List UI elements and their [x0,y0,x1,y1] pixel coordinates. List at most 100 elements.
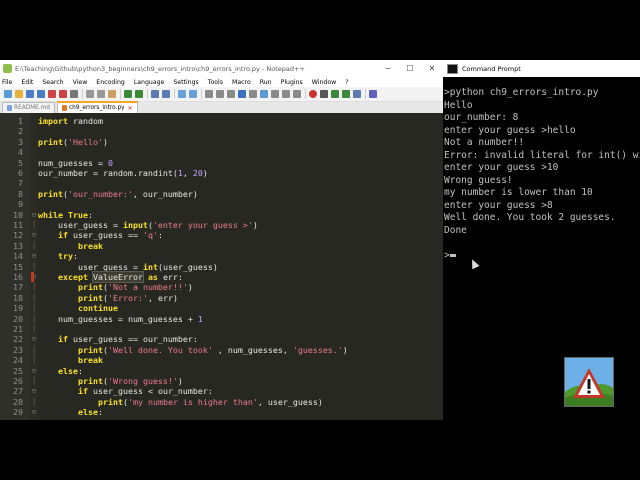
code-text: else: [58,365,83,376]
code-editor[interactable]: 1 import random 2 3 print('Hello') 4 5 num_gues… [0,113,443,420]
menu-view[interactable]: View [73,79,88,86]
code-line[interactable]: 1 import random [0,116,443,126]
code-text: print('Wrong guess!') [78,376,183,386]
code-line[interactable]: 19 │ continue [0,303,443,313]
stop-recording-icon[interactable] [320,90,328,98]
menu-window[interactable]: Window [312,79,336,86]
fold-toggle-icon[interactable]: ⊟ [30,407,38,417]
menu-language[interactable]: Language [134,79,165,86]
folder-workspace-icon[interactable] [282,90,290,98]
save-all-icon[interactable] [37,90,45,98]
menu-search[interactable]: Search [42,79,63,86]
save-macro-icon[interactable] [353,90,361,98]
menu-tools[interactable]: Tools [208,79,223,86]
code-line[interactable]: 7 [0,178,443,188]
cut-icon[interactable] [86,90,94,98]
code-line[interactable]: 12 ⊟ if user_guess == 'q': [0,230,443,240]
paste-icon[interactable] [108,90,116,98]
code-line[interactable]: 9 [0,199,443,209]
find-icon[interactable] [151,90,159,98]
word-wrap-icon[interactable] [227,90,235,98]
code-line[interactable]: 11 │ user_guess = input('enter your guess… [0,220,443,230]
line-number: 6 [18,168,23,178]
code-line[interactable]: 15 │ user_guess = int(user_guess) [0,262,443,272]
close-all-icon[interactable] [59,90,67,98]
code-line[interactable]: 27 ⊟ if user_guess < our_number: [0,386,443,396]
menu-help[interactable]: ? [345,79,348,86]
close-file-icon[interactable] [48,90,56,98]
show-all-chars-icon[interactable] [238,90,246,98]
fold-guide: │ [31,377,37,385]
fold-toggle-icon[interactable]: ⊟ [30,230,38,240]
menu-macro[interactable]: Macro [232,79,251,86]
menu-settings[interactable]: Settings [173,79,198,86]
save-icon[interactable] [26,90,34,98]
fold-toggle-icon[interactable]: ⊟ [30,334,38,344]
new-file-icon[interactable] [4,90,12,98]
monitoring-icon[interactable] [293,90,301,98]
copy-icon[interactable] [97,90,105,98]
function-list-icon[interactable] [271,90,279,98]
close-tab-icon[interactable]: ✕ [128,105,133,112]
fold-toggle-icon[interactable]: ⊟ [30,386,38,396]
redo-icon[interactable] [135,90,143,98]
document-map-icon[interactable] [260,90,268,98]
fold-toggle-icon[interactable]: ⊟ [30,366,38,376]
play-macro-icon[interactable] [331,90,339,98]
menu-run[interactable]: Run [260,79,272,86]
replace-icon[interactable] [162,90,170,98]
code-line[interactable]: 10 ⊟ while True: [0,210,443,220]
code-text: print('my number is higher than', user_g… [98,396,323,407]
code-line[interactable]: 28 │ print('my number is higher than', us… [0,397,443,407]
indent-guide-icon[interactable] [249,90,257,98]
undo-icon[interactable] [124,90,132,98]
line-number: 5 [18,157,23,168]
code-line[interactable]: 24 │ break [0,355,443,365]
code-line[interactable]: 6 our_number = random.randint(1, 20) [0,168,443,178]
line-number: 7 [18,178,23,189]
code-line[interactable]: 14 ⊟ try: [0,251,443,261]
code-line[interactable]: 2 [0,126,443,136]
code-line[interactable]: 25 ⊟ else: [0,366,443,376]
close-button[interactable]: ✕ [421,60,443,77]
minimize-button[interactable]: ─ [377,60,399,77]
tab-ch9-errors-intro[interactable]: ch9_errors_intro.py ✕ [56,101,138,113]
sync-vertical-icon[interactable] [205,90,213,98]
code-line[interactable]: 16 ⊟ except ValueError as err: [0,271,443,283]
zoom-out-icon[interactable] [189,90,197,98]
maximize-button[interactable]: ☐ [399,60,421,77]
code-line[interactable]: 22 ⊟ if user_guess == our_number: [0,334,443,344]
toolbar-separator [365,89,366,99]
menu-encoding[interactable]: Encoding [96,79,125,86]
code-line[interactable]: 21 │ [0,324,443,334]
menu-edit[interactable]: Edit [21,79,33,86]
fold-toggle-icon[interactable]: ⊟ [30,210,38,220]
code-line[interactable]: 23 │ print('Well done. You took' , num_gu… [0,345,443,355]
code-text: if user_guess == 'q': [58,230,163,241]
code-line[interactable]: 20 │ num_guesses = num_guesses + 1 [0,314,443,324]
warning-triangle-logo-graphic [565,358,613,406]
fold-guide: │ [31,221,37,229]
code-line[interactable]: 8 print('our_number:', our_number) [0,189,443,199]
tab-readme[interactable]: README.md [2,102,55,113]
spell-check-icon[interactable] [369,90,377,98]
sync-horizontal-icon[interactable] [216,90,224,98]
code-line[interactable]: 4 [0,147,443,157]
code-line[interactable]: 17 │ print('Not a number!!') [0,282,443,292]
print-icon[interactable] [70,90,78,98]
open-file-icon[interactable] [15,90,23,98]
code-line[interactable]: 26 │ print('Wrong guess!') [0,376,443,386]
zoom-in-icon[interactable] [178,90,186,98]
run-macro-multiple-icon[interactable] [342,90,350,98]
code-line[interactable]: 3 print('Hello') [0,137,443,147]
code-line[interactable]: 18 │ print('Error:', err) [0,293,443,303]
code-line[interactable]: 29 ⊟ else: [0,407,443,417]
code-line[interactable]: 13 │ break [0,241,443,251]
menu-plugins[interactable]: Plugins [281,79,303,86]
line-number: 21 [13,324,23,334]
menu-file[interactable]: File [2,79,12,86]
line-number: 22 [13,334,23,345]
record-macro-icon[interactable] [309,90,317,98]
code-line[interactable]: 5 num_guesses = 0 [0,158,443,168]
fold-toggle-icon[interactable]: ⊟ [30,251,38,261]
